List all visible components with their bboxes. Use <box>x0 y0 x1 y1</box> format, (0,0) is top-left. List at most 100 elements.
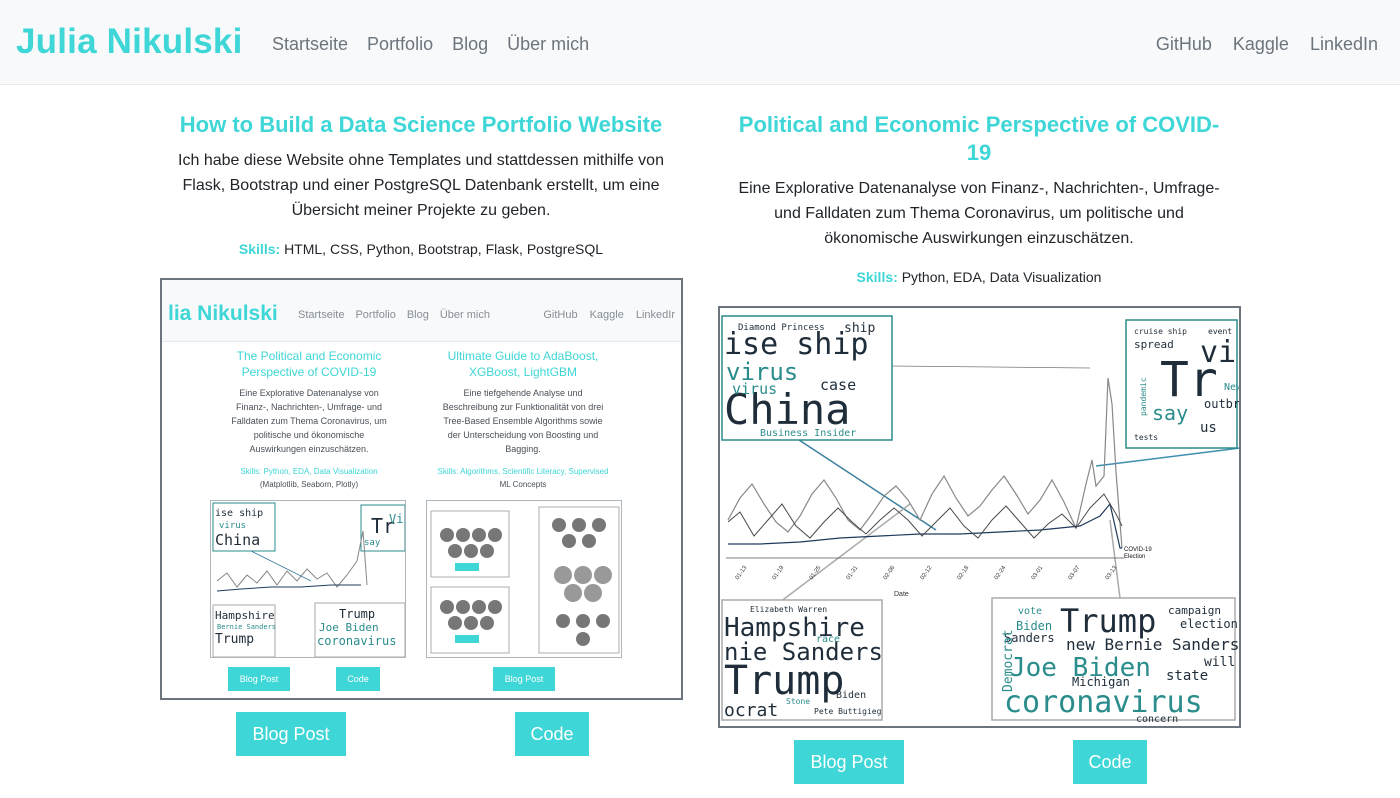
project-screenshot-image[interactable]: Diamond Princess ship ise ship virus cas… <box>718 306 1241 728</box>
covid-wordcloud-chart: Diamond Princess ship ise ship virus cas… <box>721 315 1239 725</box>
mini-nav-link: Blog <box>406 309 429 321</box>
mini-code-button: Code <box>336 667 380 691</box>
legend-entry: Election <box>1124 554 1145 560</box>
mini-card-title: Ultimate Guide to AdaBoost, XGBoost, Lig… <box>418 348 628 380</box>
code-button[interactable]: Code <box>1073 740 1147 784</box>
wordcloud-word: say <box>1152 401 1188 425</box>
nav-social: GitHub Kaggle LinkedIn <box>1156 34 1378 55</box>
wordcloud-word: tests <box>1134 433 1158 442</box>
mini-desc-line: Falldaten zum Thema Coronavirus, um <box>231 416 387 426</box>
mini-desc-line: Finanz-, Nachrichten-, Umfrage- und <box>235 402 383 412</box>
mini-card-skills: Skills: Python, EDA, Data Visualization … <box>204 465 414 491</box>
connector-line <box>891 365 1091 369</box>
mini-brand: lia Nikulski <box>168 302 278 325</box>
mini-desc-line: politische und ökonomische <box>253 430 365 440</box>
mini-title-line: Perspective of COVID-19 <box>241 365 377 379</box>
mini-desc-line: Bagging. <box>505 444 541 454</box>
project-screenshot-image[interactable]: lia Nikulski Startseite Portfolio Blog Ü… <box>160 278 683 700</box>
mini-word: China <box>215 531 260 549</box>
nav-link-kaggle[interactable]: Kaggle <box>1233 34 1289 55</box>
nav-primary: Startseite Portfolio Blog Über mich <box>272 34 589 55</box>
mini-word: virus <box>219 521 246 531</box>
series-covid-line <box>728 502 1122 549</box>
mini-word: Trump <box>215 632 254 647</box>
mini-desc-line: der Unterscheidung von Boosting und <box>447 430 599 440</box>
mini-skills-text: Algorithms, Scientific Literacy, Supervi… <box>460 467 609 476</box>
x-tick-label: 03-07 <box>1068 565 1082 582</box>
wordcloud-word: New <box>1224 382 1239 393</box>
mini-title-line: Ultimate Guide to AdaBoost, <box>447 349 599 363</box>
mini-card-description: Eine tiefgehende Analyse und Beschreibun… <box>418 386 628 456</box>
wordcloud-word: ocrat <box>724 700 778 721</box>
blog-post-button[interactable]: Blog Post <box>236 712 346 756</box>
code-button[interactable]: Code <box>515 712 589 756</box>
mini-card-skills: Skills: Algorithms, Scientific Literacy,… <box>418 465 628 491</box>
mini-covid-figure: ise ship virus China Tr Vi say Hampshire… <box>210 500 406 658</box>
mini-nav-link: GitHub <box>543 309 578 321</box>
wordcloud-word: pandemic <box>1139 377 1148 416</box>
x-tick-label: 02-18 <box>957 565 971 582</box>
mini-nav-link: LinkedIr <box>635 309 675 321</box>
wordcloud-word: us <box>1200 420 1217 436</box>
brand-logo[interactable]: Julia Nikulski <box>16 22 243 62</box>
mini-navbar: lia Nikulski Startseite Portfolio Blog Ü… <box>162 280 681 342</box>
wordcloud-word: state <box>1166 668 1208 684</box>
navbar: Julia Nikulski Startseite Portfolio Blog… <box>0 0 1400 85</box>
card-description: Ich habe diese Website ohne Templates un… <box>178 152 664 219</box>
wordcloud-word: concern <box>1136 714 1178 725</box>
mini-skills-text: Python, EDA, Data Visualization <box>263 467 378 476</box>
skills-label: Skills: <box>856 269 898 285</box>
mini-desc-line: Eine tiefgehende Analyse und <box>463 388 583 398</box>
nav-link-ueber-mich[interactable]: Über mich <box>507 34 589 55</box>
mini-word: Hampshire <box>215 609 275 622</box>
card-title[interactable]: How to Build a Data Science Portfolio We… <box>160 111 682 139</box>
wordcloud-word: Democrat <box>1001 629 1016 692</box>
mini-word: Joe Biden <box>319 621 379 634</box>
wordcloud-word: will <box>1204 655 1235 670</box>
legend-entry: COVID-19 <box>1124 547 1152 553</box>
mini-nav-link: Kaggle <box>589 309 624 321</box>
card-title-line: 19 <box>966 140 992 165</box>
x-tick-label: 01-13 <box>735 565 749 582</box>
connector-line <box>1109 519 1121 599</box>
nav-link-github[interactable]: GitHub <box>1156 34 1212 55</box>
mini-word: Vi <box>389 512 403 526</box>
mini-skills-text: (Matplotlib, Seaborn, Plotly) <box>259 480 359 489</box>
mini-boosting-figure <box>426 500 622 658</box>
x-tick-label: 01-19 <box>772 565 786 582</box>
mini-nav-link: Portfolio <box>355 309 396 321</box>
mini-nav-link: Startseite <box>298 309 345 321</box>
card-title[interactable]: Political and Economic Perspective of CO… <box>718 111 1240 167</box>
mini-card-description: Eine Explorative Datenanalyse von Finanz… <box>204 386 414 456</box>
mini-title-line: The Political and Economic <box>236 349 382 363</box>
mini-covid-chart: ise ship virus China Tr Vi say Hampshire… <box>212 502 405 657</box>
mini-boosting-diagram <box>430 506 620 654</box>
nav-link-startseite[interactable]: Startseite <box>272 34 348 55</box>
mini-desc-line: Beschreibung zur Funktionalität von drei <box>442 402 604 412</box>
mini-word: say <box>364 538 381 548</box>
nav-link-linkedin[interactable]: LinkedIn <box>1310 34 1378 55</box>
card-description: Eine Explorative Datenanalyse von Finanz… <box>738 180 1220 247</box>
skills-list: HTML, CSS, Python, Bootstrap, Flask, Pos… <box>284 241 604 257</box>
mini-word: coronavirus <box>317 634 396 648</box>
blog-post-button[interactable]: Blog Post <box>794 740 904 784</box>
wordcloud-word: Biden <box>836 690 866 701</box>
wordcloud-word: spread <box>1134 338 1174 351</box>
mini-skills-text: ML Concepts <box>499 480 547 489</box>
mini-nav-link: Über mich <box>439 309 490 321</box>
connector-line <box>795 437 937 531</box>
wordcloud-word: virus <box>732 380 777 398</box>
x-tick-label: 01-25 <box>809 565 823 582</box>
wordcloud-word: race <box>816 634 840 645</box>
wordcloud-word: ise ship <box>724 327 869 362</box>
connector-line <box>779 503 911 603</box>
x-tick-label: 03-01 <box>1031 565 1045 582</box>
wordcloud-word: Business Insider <box>760 428 856 439</box>
wordcloud-word: Stone <box>786 697 810 706</box>
mini-blog-post-button: Blog Post <box>228 667 290 691</box>
mini-nav-primary: Startseite Portfolio Blog Über mich <box>298 309 490 321</box>
card-skills: Skills: Python, EDA, Data Visualization <box>718 267 1240 287</box>
nav-link-blog[interactable]: Blog <box>452 34 488 55</box>
nav-link-portfolio[interactable]: Portfolio <box>367 34 433 55</box>
mini-word: Bernie Sanders <box>217 623 276 631</box>
